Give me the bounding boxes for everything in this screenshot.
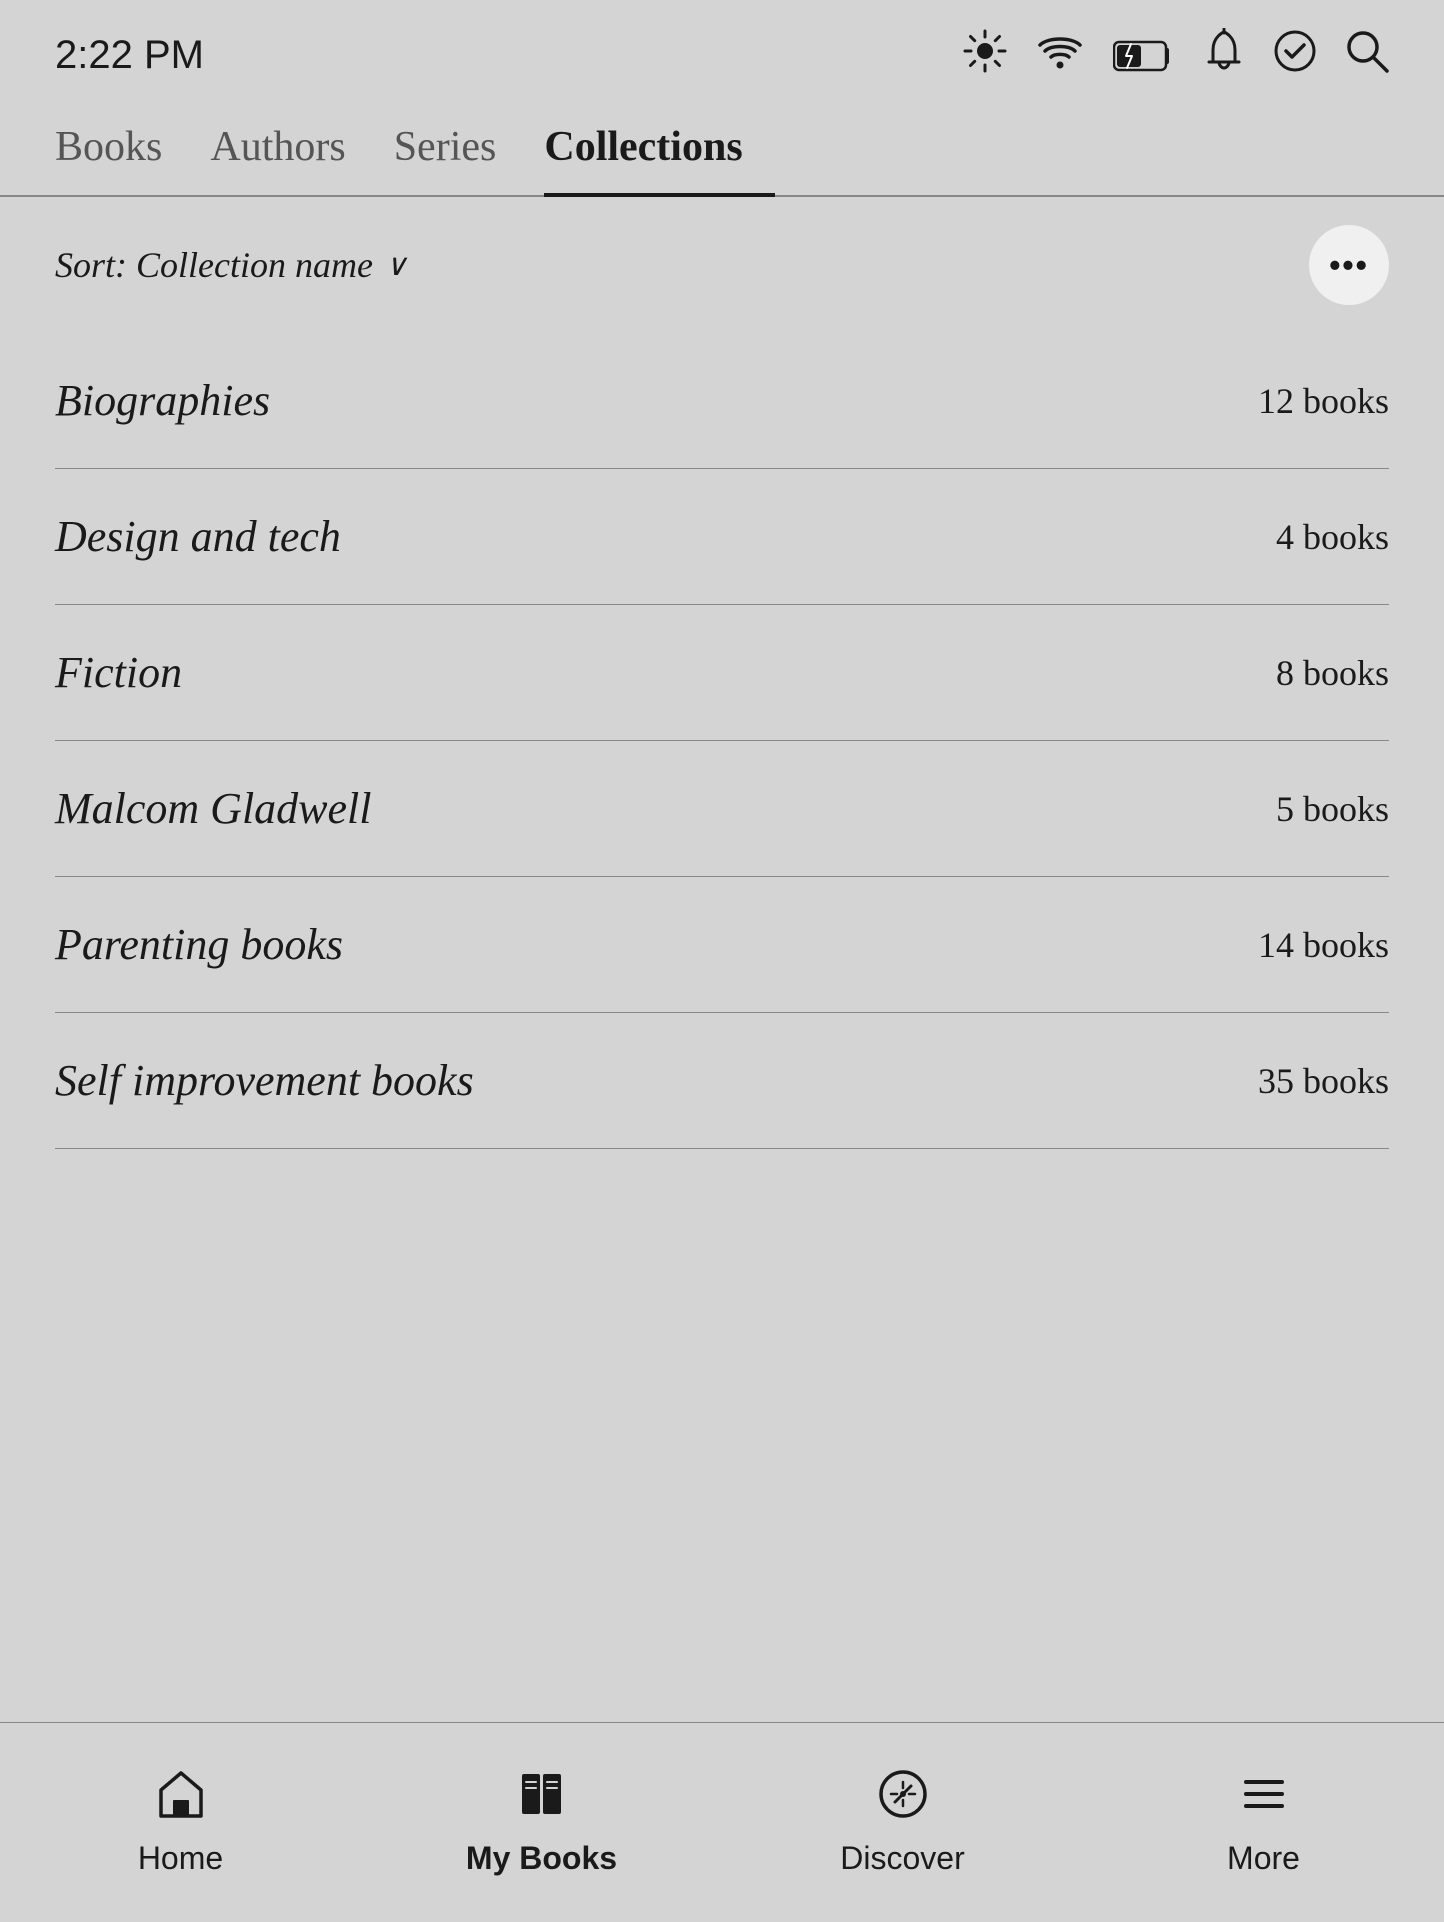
nav-item-more[interactable]: More bbox=[1083, 1768, 1444, 1877]
sort-selector[interactable]: Sort: Collection name ∨ bbox=[55, 244, 407, 286]
nav-label-home: Home bbox=[138, 1840, 223, 1877]
discover-icon bbox=[877, 1768, 929, 1830]
collection-item-self-improvement-books[interactable]: Self improvement books 35 books bbox=[55, 1013, 1389, 1149]
nav-item-my-books[interactable]: My Books bbox=[361, 1768, 722, 1877]
collection-count: 12 books bbox=[1258, 380, 1389, 422]
collection-count: 35 books bbox=[1258, 1060, 1389, 1102]
time-display: 2:22 PM bbox=[55, 33, 204, 78]
tab-books[interactable]: Books bbox=[55, 103, 194, 197]
nav-label-discover: Discover bbox=[840, 1840, 964, 1877]
search-icon[interactable] bbox=[1345, 29, 1389, 82]
bottom-navigation: Home My Books bbox=[0, 1722, 1444, 1922]
collection-item-design-and-tech[interactable]: Design and tech 4 books bbox=[55, 469, 1389, 605]
battery-icon bbox=[1113, 38, 1175, 74]
collection-count: 8 books bbox=[1276, 652, 1389, 694]
sort-label-text: Sort: Collection name bbox=[55, 244, 373, 286]
wifi-icon bbox=[1035, 29, 1085, 82]
nav-label-more: More bbox=[1227, 1840, 1300, 1877]
tab-authors[interactable]: Authors bbox=[210, 103, 377, 197]
collection-name: Self improvement books bbox=[55, 1055, 474, 1106]
collections-list: Biographies 12 books Design and tech 4 b… bbox=[0, 333, 1444, 1149]
books-icon bbox=[516, 1768, 568, 1830]
collection-name: Malcom Gladwell bbox=[55, 783, 372, 834]
collection-name: Design and tech bbox=[55, 511, 341, 562]
tab-collections[interactable]: Collections bbox=[544, 103, 774, 197]
notification-icon bbox=[1203, 28, 1245, 83]
nav-label-my-books: My Books bbox=[466, 1840, 617, 1877]
chevron-down-icon: ∨ bbox=[385, 248, 407, 283]
collection-count: 4 books bbox=[1276, 516, 1389, 558]
collection-item-malcom-gladwell[interactable]: Malcom Gladwell 5 books bbox=[55, 741, 1389, 877]
collection-item-parenting-books[interactable]: Parenting books 14 books bbox=[55, 877, 1389, 1013]
collection-count: 14 books bbox=[1258, 924, 1389, 966]
sort-row: Sort: Collection name ∨ ••• bbox=[0, 197, 1444, 333]
collection-count: 5 books bbox=[1276, 788, 1389, 830]
collection-item-fiction[interactable]: Fiction 8 books bbox=[55, 605, 1389, 741]
home-icon bbox=[155, 1768, 207, 1830]
collection-item-biographies[interactable]: Biographies 12 books bbox=[55, 333, 1389, 469]
nav-item-discover[interactable]: Discover bbox=[722, 1768, 1083, 1877]
more-icon bbox=[1238, 1768, 1290, 1830]
tabs-bar: Books Authors Series Collections bbox=[0, 103, 1444, 197]
nav-item-home[interactable]: Home bbox=[0, 1768, 361, 1877]
collection-name: Parenting books bbox=[55, 919, 343, 970]
status-bar: 2:22 PM bbox=[0, 0, 1444, 103]
more-options-button[interactable]: ••• bbox=[1309, 225, 1389, 305]
brightness-icon bbox=[963, 29, 1007, 82]
collection-name: Biographies bbox=[55, 375, 270, 426]
sync-icon bbox=[1273, 29, 1317, 82]
status-icons bbox=[963, 28, 1389, 83]
collection-name: Fiction bbox=[55, 647, 182, 698]
tab-series[interactable]: Series bbox=[394, 103, 529, 197]
